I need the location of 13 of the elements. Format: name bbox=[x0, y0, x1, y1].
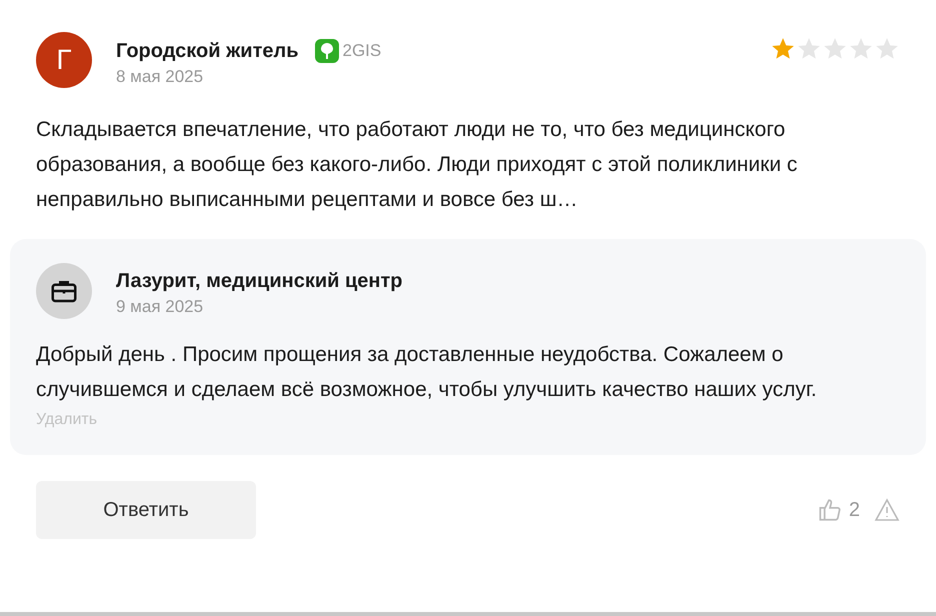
reply-date: 9 мая 2025 bbox=[116, 297, 204, 317]
review-date: 8 мая 2025 bbox=[116, 67, 204, 87]
thumbs-up-icon bbox=[816, 497, 843, 523]
like-button[interactable]: 2 bbox=[816, 497, 860, 523]
warning-icon[interactable] bbox=[874, 498, 900, 522]
source-label: 2GIS bbox=[342, 41, 382, 61]
avatar: Г bbox=[36, 32, 92, 88]
company-name: Лазурит, медицинский центр bbox=[116, 270, 404, 293]
review-text: Складывается впечатление, что работают люди не то, что без медицинского образования, а вообще без какого-либо. Люди приходят с этой поликлиники с неправильно выписанными рецептами и вовсе без ш… bbox=[36, 117, 798, 213]
reply-text: Добрый день . Просим прощения за доставленные неудобства. Сожалеем о случившемся и сделаем всё возможное, чтобы улучшить качество наших услуг. bbox=[36, 342, 818, 403]
reply-button[interactable]: Ответить bbox=[36, 481, 256, 539]
author-name: Городской житель bbox=[116, 40, 298, 62]
pin-icon bbox=[314, 39, 338, 63]
